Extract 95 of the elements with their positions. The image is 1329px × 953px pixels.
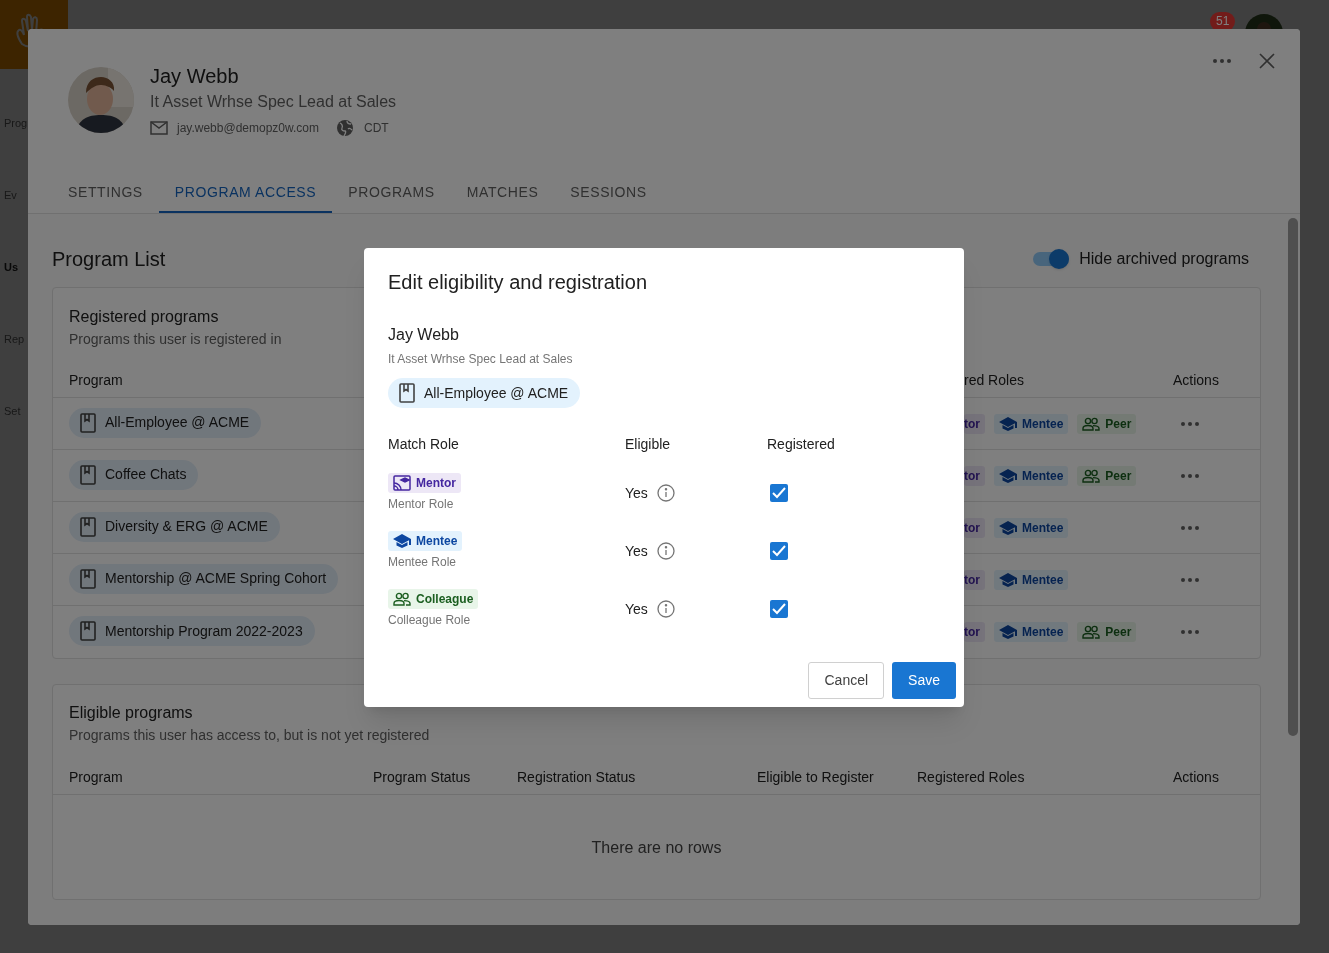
mentor-icon bbox=[393, 475, 411, 491]
toggle-label: Hide archived programs bbox=[1079, 249, 1249, 269]
checkbox[interactable] bbox=[770, 542, 788, 560]
column-header: Match Role bbox=[388, 435, 460, 454]
more-icon bbox=[1181, 577, 1199, 582]
column-header: Eligible bbox=[625, 435, 672, 454]
more-icon bbox=[1213, 59, 1231, 63]
tab[interactable]: MATCHES bbox=[450, 174, 555, 213]
section-heading: Program List bbox=[52, 247, 166, 272]
scrollbar-thumb[interactable] bbox=[1288, 218, 1298, 736]
toggle-switch[interactable] bbox=[1033, 252, 1070, 266]
column-header: Eligible to Register bbox=[757, 768, 875, 787]
user-timezone: CDT bbox=[364, 120, 389, 137]
tab[interactable]: SESSIONS bbox=[554, 174, 663, 213]
eligible-value: Yes bbox=[625, 483, 648, 503]
book-icon bbox=[79, 568, 97, 589]
role-tag: Mentee bbox=[994, 413, 1069, 434]
card-title: Registered programs bbox=[69, 307, 219, 327]
user-title: It Asset Wrhse Spec Lead at Sales bbox=[388, 351, 574, 368]
column-header: Program bbox=[69, 371, 124, 390]
eligible-value: Yes bbox=[625, 541, 648, 561]
checkbox[interactable] bbox=[770, 484, 788, 502]
program-chip: Mentorship Program 2022-2023 bbox=[69, 616, 315, 646]
book-icon bbox=[79, 516, 97, 537]
more-icon bbox=[1181, 630, 1199, 634]
card-subtitle: Programs this user is registered in bbox=[69, 330, 282, 349]
empty-message: There are no rows bbox=[591, 838, 722, 858]
role-tag: tor bbox=[964, 465, 985, 486]
dialog-title: Edit eligibility and registration bbox=[388, 270, 649, 295]
info-icon bbox=[656, 484, 675, 502]
row-actions-button[interactable] bbox=[1181, 627, 1199, 637]
user-email: jay.webb@demopz0w.com bbox=[177, 120, 320, 137]
graduation-cap-icon bbox=[999, 468, 1017, 483]
book-icon bbox=[398, 383, 416, 403]
program-chip: Diversity & ERG @ ACME bbox=[69, 511, 280, 542]
user-name: Jay Webb bbox=[150, 64, 239, 89]
column-header: Registered Roles bbox=[917, 768, 1026, 787]
role-description: Mentee Role bbox=[388, 554, 457, 571]
column-header: Program Status bbox=[373, 768, 472, 787]
role-tag: Mentee bbox=[994, 517, 1069, 538]
card-subtitle: Programs this user has access to, but is not yet registered bbox=[69, 726, 430, 745]
mail-icon bbox=[150, 121, 168, 135]
role-tag: Peer bbox=[1077, 413, 1137, 434]
role-tag: tor bbox=[964, 517, 985, 538]
more-icon bbox=[1181, 421, 1199, 426]
more-icon bbox=[1181, 525, 1199, 530]
people-icon bbox=[1082, 625, 1101, 639]
column-header: Actions bbox=[1173, 371, 1219, 390]
role-tag: Mentee bbox=[994, 465, 1069, 486]
program-chip: Coffee Chats bbox=[69, 459, 199, 490]
graduation-cap-icon bbox=[999, 572, 1017, 587]
role-tag: tor bbox=[964, 413, 985, 434]
role-description: Mentor Role bbox=[388, 496, 454, 513]
graduation-cap-icon bbox=[999, 416, 1017, 431]
program-chip: All-Employee @ ACME bbox=[388, 378, 581, 408]
role-tag: tor bbox=[964, 622, 985, 642]
role-tag: Peer bbox=[1077, 622, 1137, 642]
book-icon bbox=[79, 621, 97, 641]
role-description: Colleague Role bbox=[388, 612, 471, 629]
role-tag: Colleague bbox=[388, 589, 479, 609]
role-tag: Mentee bbox=[994, 569, 1069, 590]
role-tag: Peer bbox=[1077, 465, 1137, 486]
user-name: Jay Webb bbox=[388, 325, 460, 345]
info-icon bbox=[656, 542, 675, 560]
globe-icon bbox=[336, 119, 355, 137]
book-icon bbox=[79, 412, 97, 433]
book-icon bbox=[79, 464, 97, 485]
more-icon bbox=[1181, 473, 1199, 478]
column-header: Registration Status bbox=[517, 768, 637, 787]
graduation-cap-icon bbox=[999, 625, 1017, 639]
info-icon bbox=[656, 600, 675, 618]
card-title: Eligible programs bbox=[69, 703, 194, 723]
program-chip: All-Employee @ ACME bbox=[69, 407, 262, 438]
close-icon bbox=[1259, 53, 1275, 69]
tab[interactable]: SETTINGS bbox=[52, 174, 159, 213]
eligible-value: Yes bbox=[625, 599, 648, 619]
role-tag: Mentor bbox=[388, 473, 461, 493]
role-tag: tor bbox=[964, 569, 985, 590]
role-tag: Mentee bbox=[388, 531, 463, 551]
user-title: It Asset Wrhse Spec Lead at Sales bbox=[150, 92, 397, 112]
people-icon bbox=[1082, 468, 1101, 483]
column-header: Actions bbox=[1173, 768, 1219, 787]
people-icon bbox=[1082, 416, 1101, 431]
cancel-button[interactable]: Cancel bbox=[808, 662, 885, 699]
checkbox[interactable] bbox=[770, 600, 788, 618]
program-chip: Mentorship @ ACME Spring Cohort bbox=[69, 563, 339, 594]
people-icon bbox=[393, 592, 411, 606]
graduation-cap-icon bbox=[393, 534, 411, 548]
column-header: Program bbox=[69, 768, 124, 787]
role-tag: Mentee bbox=[994, 622, 1069, 642]
column-header: Registered bbox=[767, 435, 835, 454]
save-button[interactable]: Save bbox=[892, 662, 956, 699]
graduation-cap-icon bbox=[999, 520, 1017, 535]
column-header: red Roles bbox=[964, 371, 1025, 390]
tab[interactable]: PROGRAMS bbox=[332, 174, 451, 213]
